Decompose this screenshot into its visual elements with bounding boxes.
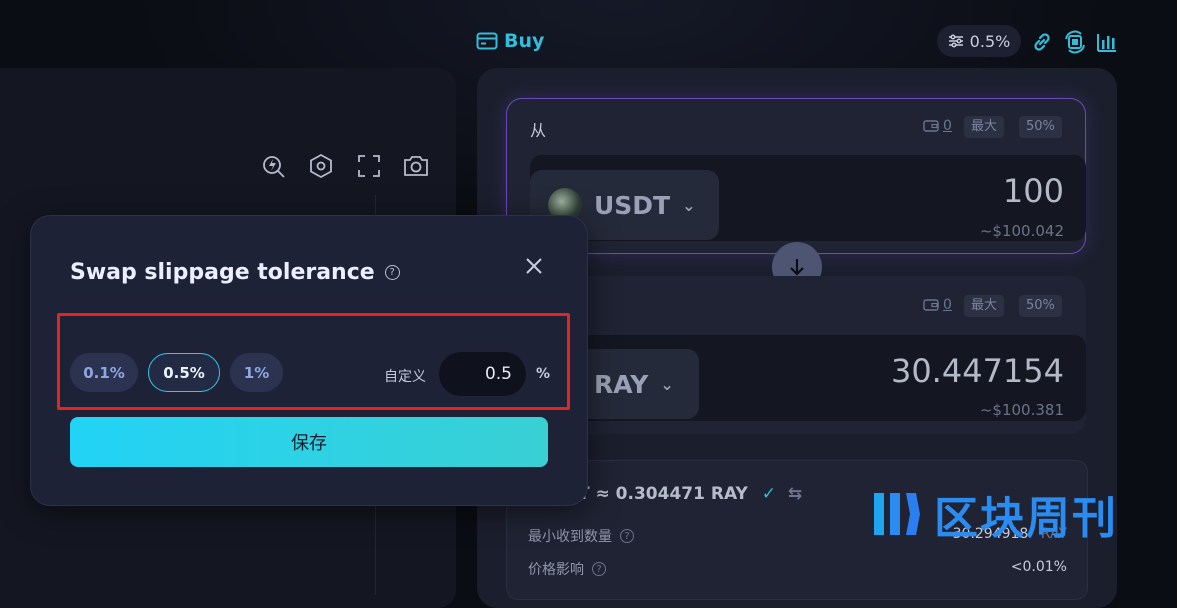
- to-half-button[interactable]: 50%: [1019, 295, 1062, 317]
- custom-label: 自定义: [384, 369, 426, 385]
- from-balance: 0: [923, 118, 952, 134]
- fullscreen-icon[interactable]: [355, 152, 383, 180]
- chevron-down-icon: ⌄: [682, 195, 696, 215]
- to-balance: 0: [923, 297, 952, 313]
- arrow-down-icon: [790, 259, 804, 276]
- watermark-text: 区块周刊: [934, 493, 1118, 544]
- to-token-symbol: RAY: [594, 369, 649, 399]
- from-half-button[interactable]: 50%: [1019, 116, 1062, 138]
- chevron-down-icon: ⌄: [660, 374, 674, 394]
- link-icon[interactable]: [1030, 30, 1054, 54]
- buy-label: Buy: [504, 30, 545, 52]
- help-icon[interactable]: ?: [620, 529, 634, 543]
- flash-search-icon[interactable]: [260, 152, 288, 180]
- sliders-icon: [948, 34, 963, 48]
- chart-bars-icon[interactable]: [1095, 30, 1119, 54]
- price-impact-value: <0.01%: [1010, 559, 1067, 575]
- wallet-icon: [923, 120, 939, 132]
- percent-sign: %: [536, 366, 551, 382]
- wallet-icon: [923, 299, 939, 311]
- to-amount: 30.447154: [890, 352, 1064, 390]
- buy-tab[interactable]: Buy: [476, 30, 544, 52]
- exchange-rate: T ≈ 0.304471 RAY ✓ ⇆: [578, 484, 803, 504]
- swap-rate-icon[interactable]: ⇆: [788, 484, 802, 504]
- slippage-option-0-1[interactable]: 0.1%: [70, 353, 138, 392]
- from-amount[interactable]: 100: [1003, 172, 1064, 210]
- from-usd-value: ~$100.042: [979, 222, 1064, 240]
- watermark-logo-icon: [874, 493, 920, 535]
- custom-slippage-input[interactable]: [439, 352, 526, 396]
- help-icon[interactable]: ?: [384, 265, 400, 280]
- to-max-button[interactable]: 最大: [964, 295, 1005, 317]
- slippage-button[interactable]: 0.5%: [937, 25, 1021, 57]
- camera-icon[interactable]: [402, 152, 430, 180]
- min-received-label: 最小收到数量 ?: [528, 526, 634, 546]
- to-usd-value: ~$100.381: [979, 401, 1064, 419]
- slippage-option-0-5[interactable]: 0.5%: [148, 353, 220, 392]
- modal-title: Swap slippage tolerance ?: [70, 260, 400, 285]
- card-icon: [476, 32, 498, 50]
- help-icon[interactable]: ?: [592, 562, 606, 576]
- swap-flip-icon[interactable]: [1063, 30, 1087, 54]
- slippage-value: 0.5%: [969, 31, 1011, 51]
- slippage-option-1[interactable]: 1%: [230, 353, 283, 392]
- watermark: 区块周刊: [870, 482, 1118, 546]
- price-impact-label: 价格影响 ?: [528, 559, 606, 579]
- close-icon[interactable]: [522, 254, 546, 278]
- verified-icon: ✓: [761, 484, 776, 504]
- from-token-symbol: USDT: [594, 190, 671, 220]
- hexagon-icon[interactable]: [307, 152, 335, 180]
- from-max-button[interactable]: 最大: [964, 116, 1005, 138]
- save-button[interactable]: 保存: [70, 417, 548, 467]
- from-label: 从: [530, 121, 547, 140]
